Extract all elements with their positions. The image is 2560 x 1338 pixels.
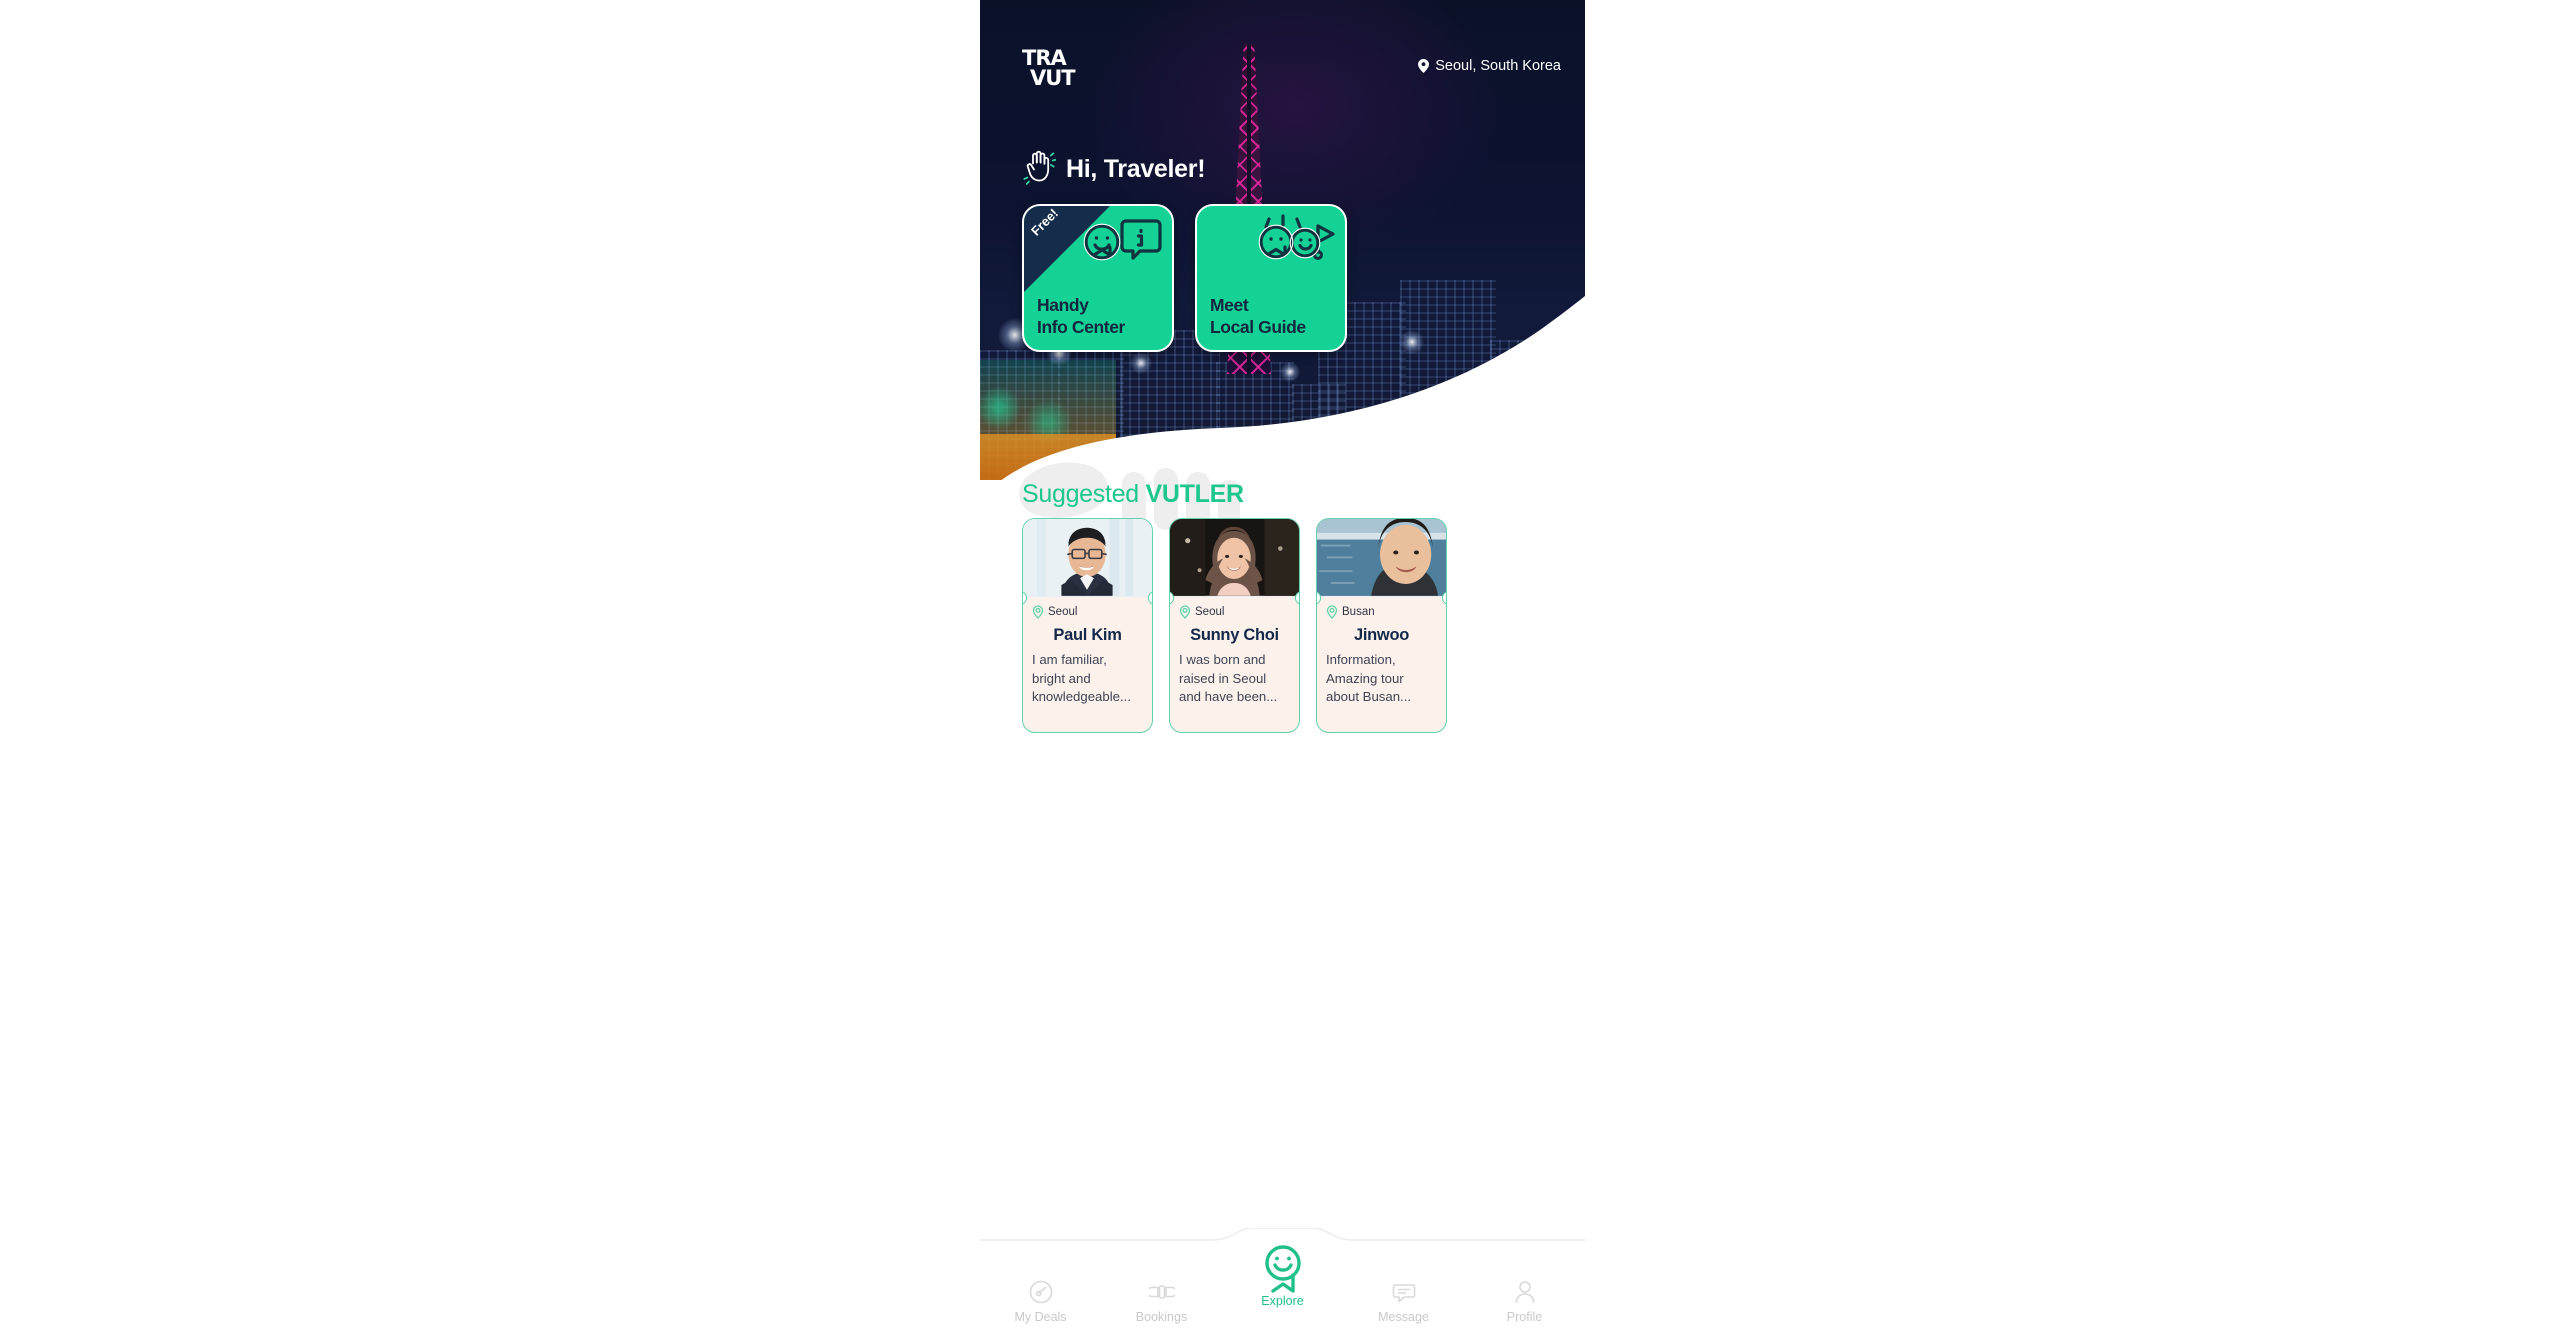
guide-city: Seoul (1195, 606, 1225, 618)
section-title: Suggested VUTLER (1022, 480, 1244, 509)
content-area: Suggested VUTLER Seoul Paul Kim I am fam… (980, 462, 1585, 1338)
bottom-navigation: My Deals Bookings Message Profile Explor… (980, 1228, 1585, 1338)
guide-name: Sunny Choi (1190, 626, 1279, 644)
section-title-bold: VUTLER (1145, 480, 1245, 508)
map-pin-icon (1418, 59, 1430, 73)
building-silhouette (1400, 280, 1496, 480)
logo-line-1: TRA (1022, 46, 1067, 70)
city-light-glow (1280, 362, 1300, 382)
handy-info-center-card[interactable]: Free! Handy Info Center (1022, 204, 1174, 352)
meet-local-guide-card[interactable]: Meet Local Guide (1195, 204, 1347, 352)
nav-label: Bookings (1135, 1310, 1188, 1324)
man-with-glasses-portrait (1023, 519, 1152, 596)
card-title-line-2: Local Guide (1210, 317, 1306, 337)
nav-item-profile[interactable]: Profile (1464, 1279, 1585, 1324)
guide-photo (1317, 519, 1446, 597)
meet-local-guide-label: Meet Local Guide (1210, 294, 1306, 338)
guide-name: Paul Kim (1053, 626, 1122, 644)
location-selector[interactable]: Seoul, South Korea (1418, 58, 1561, 74)
person-icon (1515, 1281, 1534, 1303)
guide-name: Jinwoo (1353, 626, 1410, 644)
smiley-mascot-icon (1264, 1245, 1301, 1293)
guide-photo (1023, 519, 1152, 597)
guide-card[interactable]: Seoul Paul Kim I am familiar, bright and… (1022, 518, 1153, 733)
smiley-info-bubble-icon (1083, 219, 1162, 261)
handy-info-center-label: Handy Info Center (1037, 294, 1125, 338)
card-title-line-2: Info Center (1037, 317, 1125, 337)
nav-item-bookings[interactable]: Bookings (1101, 1279, 1222, 1324)
screen: TRA VUT Seoul, South Korea Hi, Traveler!… (0, 0, 2560, 1338)
guide-description: Information, Amazing tour about Busan... (1326, 652, 1412, 704)
greeting: Hi, Traveler! (1022, 150, 1206, 188)
guide-city: Busan (1342, 606, 1375, 618)
guide-info: Seoul Sunny Choi I was born and raised i… (1170, 597, 1299, 707)
waving-hand-icon (1023, 150, 1056, 185)
guide-info: Busan Jinwoo Information, Amazing tour a… (1317, 597, 1446, 707)
map-pin-icon (1032, 605, 1044, 619)
two-smileys-flag-icon (1258, 214, 1335, 260)
nav-label: Message (1378, 1310, 1429, 1324)
guide-photo (1170, 519, 1299, 597)
section-title-regular: Suggested (1022, 480, 1146, 508)
free-badge-label: Free! (1028, 205, 1062, 239)
location-label: Seoul, South Korea (1435, 58, 1561, 74)
hero-banner: TRA VUT Seoul, South Korea Hi, Traveler!… (980, 0, 1585, 480)
guide-location: Busan (1326, 605, 1437, 619)
map-pin-icon (1179, 605, 1191, 619)
quick-actions: Free! Handy Info Center Meet Local Guide (1022, 204, 1347, 352)
city-light-glow (1400, 330, 1424, 354)
nav-label: My Deals (1014, 1310, 1067, 1324)
guide-card[interactable]: Busan Jinwoo Information, Amazing tour a… (1316, 518, 1447, 733)
explore-fab-label: Explore (1261, 1294, 1304, 1308)
phone-viewport: TRA VUT Seoul, South Korea Hi, Traveler!… (980, 0, 1585, 1338)
nav-item-message[interactable]: Message (1343, 1279, 1464, 1324)
card-title-line-1: Handy (1037, 295, 1089, 315)
chat-bubble-icon (1392, 1284, 1415, 1303)
ticket-icon (1148, 1285, 1175, 1299)
app-logo[interactable]: TRA VUT (1022, 48, 1084, 94)
card-title-line-1: Meet (1210, 295, 1249, 315)
greeting-text: Hi, Traveler! (1066, 154, 1206, 183)
guide-description: I am familiar, bright and knowledgeable.… (1032, 652, 1131, 704)
explore-fab-button[interactable] (1251, 1236, 1315, 1300)
building-silhouette (1490, 340, 1560, 480)
guide-location: Seoul (1179, 605, 1290, 619)
speedometer-icon (1029, 1280, 1052, 1304)
guide-description: I was born and raised in Seoul and have … (1179, 652, 1278, 704)
guide-city: Seoul (1048, 606, 1078, 618)
guide-card[interactable]: Seoul Sunny Choi I was born and raised i… (1169, 518, 1300, 733)
map-pin-icon (1326, 605, 1338, 619)
guide-location: Seoul (1032, 605, 1143, 619)
woman-smiling-portrait (1170, 519, 1299, 596)
city-light-glow (1130, 352, 1152, 374)
logo-line-2: VUT (1030, 66, 1076, 90)
suggested-guides-rail[interactable]: Seoul Paul Kim I am familiar, bright and… (1022, 518, 1585, 738)
nav-label: Profile (1506, 1310, 1543, 1324)
guide-info: Seoul Paul Kim I am familiar, bright and… (1023, 597, 1152, 707)
man-by-waterfront-portrait (1317, 519, 1446, 596)
nav-item-my-deals[interactable]: My Deals (980, 1279, 1101, 1324)
